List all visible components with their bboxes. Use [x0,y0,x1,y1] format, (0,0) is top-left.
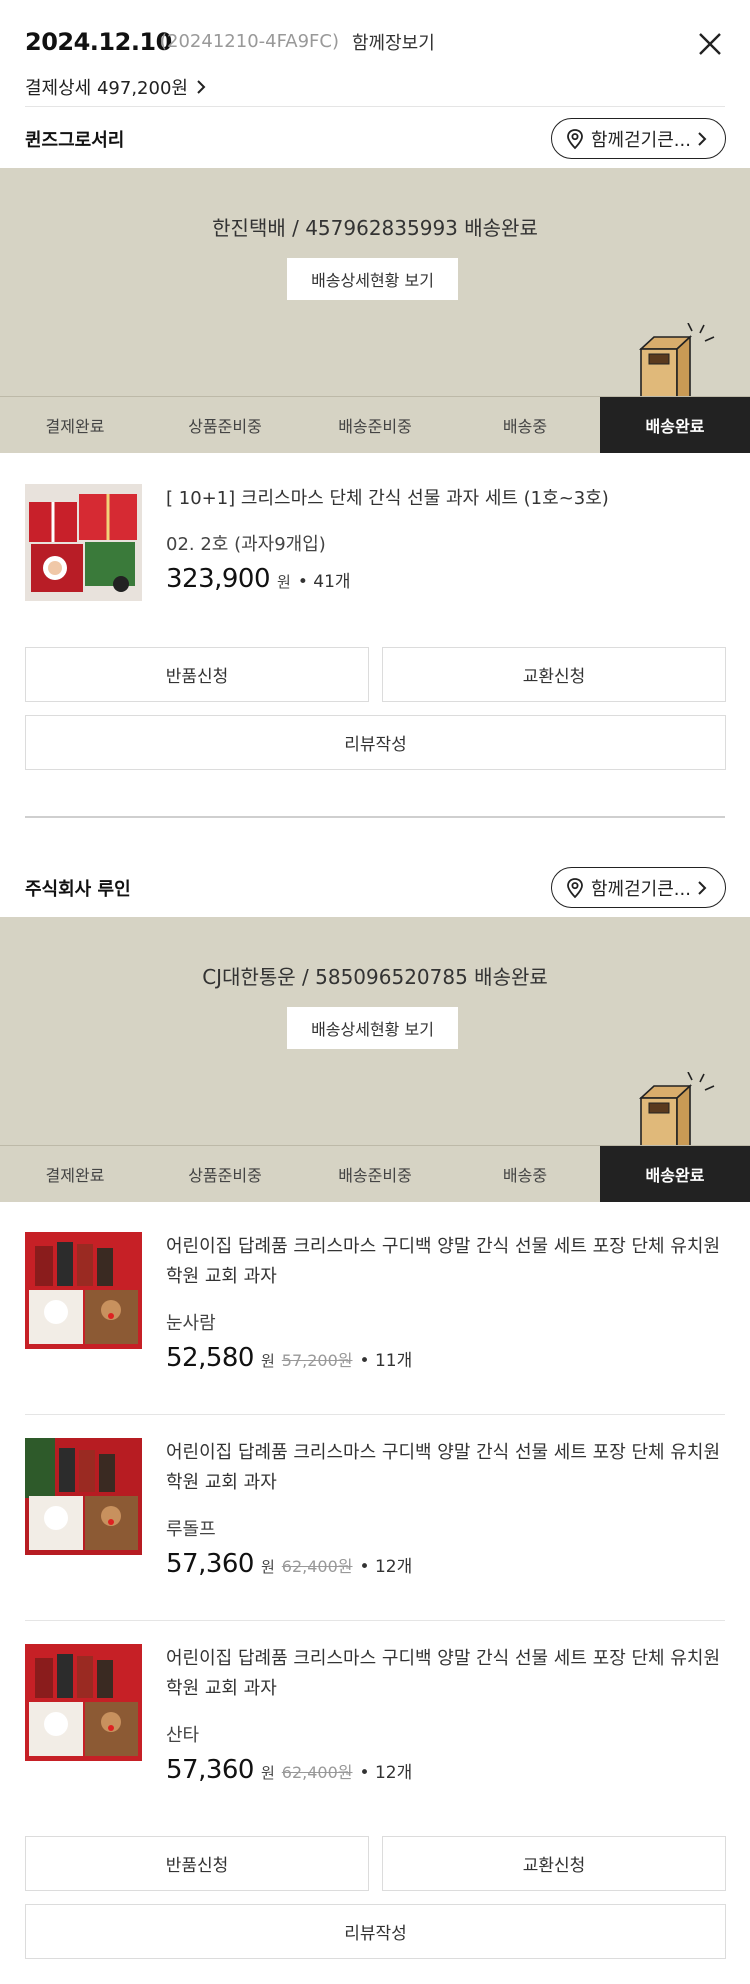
package-box-icon [638,1072,715,1147]
close-icon[interactable] [696,30,724,58]
product-quantity: • 12개 [359,1557,413,1577]
exchange-request-button[interactable]: 교환신청 [382,1836,726,1891]
order-item[interactable]: 어린이집 답례품 크리스마스 구디백 양말 간식 선물 세트 포장 단체 유치원… [0,1232,750,1402]
step-paid: 결제완료 [45,417,105,436]
order-header: 2024.12.10 (20241210-4FA9FC) 함께장보기 결제상세 … [0,0,750,106]
step-preparing-shipment: 배송준비중 [338,417,412,436]
group-cart-link[interactable]: 함께장보기 [352,29,435,55]
product-name[interactable]: 어린이집 답례품 크리스마스 구디백 양말 간식 선물 세트 포장 단체 유치원… [166,1232,726,1292]
seller-name: 퀸즈그로서리 [25,130,125,151]
delivery-tracking-panel: CJ대한통운 / 585096520785 배송완료 배송상세현황 보기 [0,917,750,1147]
chevron-right-icon [197,80,206,94]
walk-campaign-button[interactable]: 함께걷기큰... [551,867,726,908]
product-thumbnail[interactable] [25,1232,142,1349]
seller-header: 주식회사 루인 함께걷기큰... [0,855,750,917]
product-name[interactable]: 어린이집 답례품 크리스마스 구디백 양말 간식 선물 세트 포장 단체 유치원… [166,1644,726,1704]
product-price-row: 57,360 원 62,400원 • 12개 [166,1755,412,1785]
walk-campaign-label: 함께걷기큰... [591,129,691,151]
currency-unit: 원 [260,1764,275,1782]
order-date: 2024.12.10 [25,28,172,56]
step-preparing-shipment: 배송준비중 [338,1166,412,1185]
original-price: 62,400원 [281,1557,353,1576]
tracking-info: 한진택배 / 457962835993 배송완료 [212,216,538,240]
product-thumbnail[interactable] [25,484,142,601]
payment-detail-label: 결제상세 497,200원 [25,78,188,99]
product-price-row: 57,360 원 62,400원 • 12개 [166,1549,412,1579]
currency-unit: 원 [277,573,291,591]
return-request-button[interactable]: 반품신청 [25,1836,369,1891]
product-quantity: • 11개 [359,1351,413,1371]
step-delivered: 배송완료 [600,1146,750,1202]
product-option: 눈사람 [166,1313,216,1334]
location-pin-icon [567,128,583,149]
delivery-tracking-panel: 한진택배 / 457962835993 배송완료 배송상세현황 보기 [0,168,750,398]
seller-header: 퀸즈그로서리 함께걷기큰... [0,106,750,168]
tracking-detail-button[interactable]: 배송상세현황 보기 [287,1007,458,1049]
product-price-row: 52,580 원 57,200원 • 11개 [166,1343,412,1373]
section-divider [25,816,725,818]
step-shipping: 배송중 [502,417,548,436]
order-item[interactable]: 어린이집 답례품 크리스마스 구디백 양말 간식 선물 세트 포장 단체 유치원… [0,1644,750,1814]
order-item[interactable]: 어린이집 답례품 크리스마스 구디백 양말 간식 선물 세트 포장 단체 유치원… [0,1438,750,1608]
step-shipping: 배송중 [502,1166,548,1185]
currency-unit: 원 [260,1352,275,1370]
product-option: 산타 [166,1725,200,1746]
product-name[interactable]: [ 10+1] 크리스마스 단체 간식 선물 과자 세트 (1호~3호) [166,484,726,514]
product-price: 57,360 [166,1755,254,1785]
seller-name: 주식회사 루인 [25,879,131,900]
product-thumbnail[interactable] [25,1644,142,1761]
product-quantity: • 12개 [359,1763,413,1783]
seller-section-2: 주식회사 루인 함께걷기큰... CJ대한통운 / 585096520785 배… [0,855,750,1984]
product-quantity: • 41개 [297,572,351,592]
tracking-info: CJ대한통운 / 585096520785 배송완료 [202,965,548,989]
product-price-row: 323,900 원 • 41개 [166,564,351,594]
seller-section-1: 퀸즈그로서리 함께걷기큰... 한진택배 / 457962835993 배송완료… [0,106,750,806]
currency-unit: 원 [260,1558,275,1576]
product-name[interactable]: 어린이집 답례품 크리스마스 구디백 양말 간식 선물 세트 포장 단체 유치원… [166,1438,726,1498]
walk-campaign-button[interactable]: 함께걷기큰... [551,118,726,159]
product-price: 323,900 [166,564,271,594]
step-preparing-product: 상품준비중 [188,417,262,436]
step-paid: 결제완료 [45,1166,105,1185]
chevron-right-icon [698,131,707,146]
chevron-right-icon [698,880,707,895]
item-separator [25,1620,725,1621]
step-delivered: 배송완료 [600,397,750,453]
package-box-icon [638,323,715,398]
delivery-steps: 결제완료 상품준비중 배송준비중 배송중 배송완료 [0,1145,750,1202]
walk-campaign-label: 함께걷기큰... [591,878,691,900]
product-price: 57,360 [166,1549,254,1579]
product-thumbnail[interactable] [25,1438,142,1555]
return-request-button[interactable]: 반품신청 [25,647,369,702]
step-preparing-product: 상품준비중 [188,1166,262,1185]
payment-detail-link[interactable]: 결제상세 497,200원 [25,74,206,100]
product-price: 52,580 [166,1343,254,1373]
item-separator [25,1414,725,1415]
exchange-request-button[interactable]: 교환신청 [382,647,726,702]
write-review-button[interactable]: 리뷰작성 [25,1904,726,1959]
order-number: (20241210-4FA9FC) [160,31,339,52]
order-item[interactable]: [ 10+1] 크리스마스 단체 간식 선물 과자 세트 (1호~3호) 02.… [0,484,750,614]
product-option: 02. 2호 (과자9개입) [166,534,326,555]
original-price: 62,400원 [281,1763,353,1782]
tracking-detail-button[interactable]: 배송상세현황 보기 [287,258,458,300]
product-option: 루돌프 [166,1519,216,1540]
write-review-button[interactable]: 리뷰작성 [25,715,726,770]
delivery-steps: 결제완료 상품준비중 배송준비중 배송중 배송완료 [0,396,750,453]
original-price: 57,200원 [281,1351,353,1370]
location-pin-icon [567,877,583,898]
